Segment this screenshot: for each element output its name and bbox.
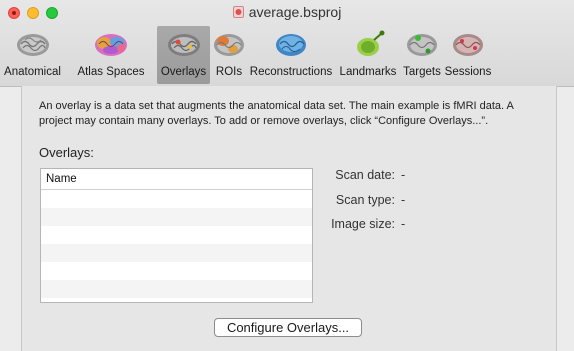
tab-atlas-spaces[interactable]: Atlas Spaces <box>66 26 156 84</box>
tab-landmarks[interactable]: Landmarks <box>335 26 401 84</box>
brain-target-icon <box>404 30 440 60</box>
window-title-bar: average.bsproj <box>0 3 574 21</box>
brain-gray-icon <box>15 30 51 60</box>
table-row[interactable] <box>41 190 312 208</box>
image-size-label: Image size: <box>331 217 395 231</box>
table-row[interactable] <box>41 262 312 280</box>
window-title: average.bsproj <box>248 4 342 20</box>
brain-overlay-icon <box>166 30 202 60</box>
overlays-description: An overlay is a data set that augments t… <box>39 100 514 127</box>
column-header-name[interactable]: Name <box>41 169 312 190</box>
toolbar: Anatomical Atlas Spaces Overlays ROIs Re… <box>0 26 574 84</box>
scan-date-value: - <box>401 168 406 182</box>
overlays-table[interactable]: Name <box>40 168 313 303</box>
brain-landmark-icon <box>350 30 386 60</box>
table-row[interactable] <box>41 226 312 244</box>
scan-date-label: Scan date: <box>335 168 395 182</box>
brain-reconstruction-icon <box>273 30 309 60</box>
table-row[interactable] <box>41 280 312 298</box>
title-toolbar-area: average.bsproj Anatomical Atlas Spaces O… <box>0 0 574 87</box>
brain-roi-icon <box>211 30 247 60</box>
tab-targets[interactable]: Targets <box>401 26 443 84</box>
brain-session-icon <box>450 30 486 60</box>
overlays-heading: Overlays: <box>39 145 94 160</box>
brain-atlas-icon <box>93 30 129 60</box>
project-window: average.bsproj Anatomical Atlas Spaces O… <box>0 0 574 351</box>
configure-overlays-button[interactable]: Configure Overlays... <box>214 318 362 337</box>
tab-rois[interactable]: ROIs <box>211 26 247 84</box>
scan-type-label: Scan type: <box>335 193 395 207</box>
tab-sessions[interactable]: Sessions <box>443 26 493 84</box>
table-row[interactable] <box>41 244 312 262</box>
tab-overlays[interactable]: Overlays <box>157 26 210 84</box>
document-icon <box>232 6 244 18</box>
scan-type-value: - <box>401 193 406 207</box>
tab-reconstructions[interactable]: Reconstructions <box>248 26 334 84</box>
table-row[interactable] <box>41 208 312 226</box>
tab-anatomical[interactable]: Anatomical <box>0 26 65 84</box>
overlays-panel: An overlay is a data set that augments t… <box>21 86 557 351</box>
image-size-value: - <box>401 217 406 231</box>
